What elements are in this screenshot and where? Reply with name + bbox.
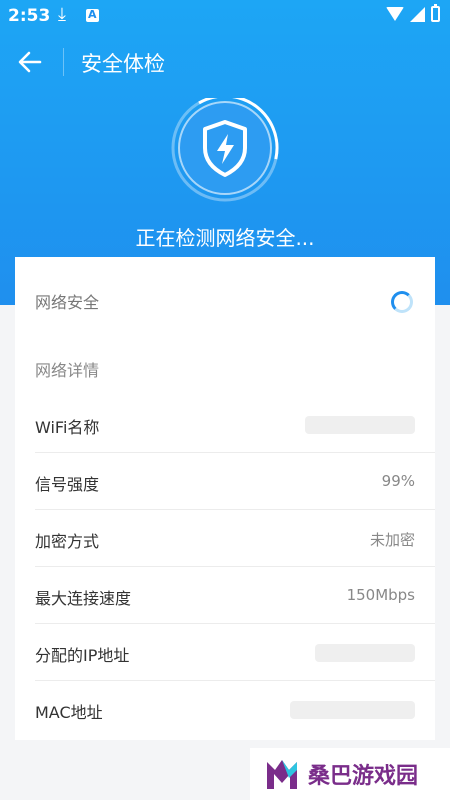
redacted-value <box>305 416 415 434</box>
row-value: 150Mbps <box>346 586 415 604</box>
loading-spinner-icon <box>391 291 413 313</box>
app-icon <box>86 8 99 22</box>
list-item-ip-address: 分配的IP地址 <box>15 624 435 681</box>
row-label: MAC地址 <box>35 703 103 722</box>
status-time: 2:53 <box>8 6 51 26</box>
battery-icon <box>431 4 440 22</box>
back-arrow-icon[interactable] <box>14 46 46 78</box>
watermark-text: 桑巴游戏园 <box>308 764 419 789</box>
list-item-wifi-name: WiFi名称 <box>15 396 435 453</box>
shield-bolt-icon <box>165 94 285 218</box>
redacted-value <box>315 644 415 662</box>
scan-status-text: 正在检测网络安全... <box>135 226 315 250</box>
row-label: 最大连接速度 <box>35 589 132 608</box>
details-card: 网络安全 网络详情 WiFi名称 信号强度 99% 加密方式 未加密 最大连接速… <box>15 257 435 740</box>
section-label: 网络详情 <box>35 361 100 380</box>
list-item-signal-strength: 信号强度 99% <box>15 453 435 510</box>
download-icon: ⤓ <box>58 4 66 25</box>
list-item-mac-address: MAC地址 <box>15 681 435 738</box>
network-details-header: 网络详情 <box>15 339 435 396</box>
list-item-encryption: 加密方式 未加密 <box>15 510 435 567</box>
network-security-row[interactable]: 网络安全 <box>15 271 435 328</box>
status-icons <box>386 4 440 22</box>
row-label: 加密方式 <box>35 532 100 551</box>
row-label: 分配的IP地址 <box>35 646 130 665</box>
list-item-max-speed: 最大连接速度 150Mbps <box>15 567 435 624</box>
watermark-logo-icon <box>267 760 297 789</box>
page-title: 安全体检 <box>81 52 165 76</box>
app-bar-divider <box>63 48 64 76</box>
row-label: 信号强度 <box>35 475 100 494</box>
wifi-icon <box>386 7 404 21</box>
app-bar: 安全体检 <box>0 32 450 92</box>
row-value: 99% <box>381 472 415 490</box>
status-bar: 2:53 ⤓ <box>0 0 450 32</box>
network-security-label: 网络安全 <box>35 293 100 312</box>
row-label: WiFi名称 <box>35 418 100 437</box>
signal-icon <box>410 6 425 22</box>
row-value: 未加密 <box>369 531 415 549</box>
redacted-value <box>290 701 415 719</box>
watermark: 桑巴游戏园 <box>250 748 450 800</box>
